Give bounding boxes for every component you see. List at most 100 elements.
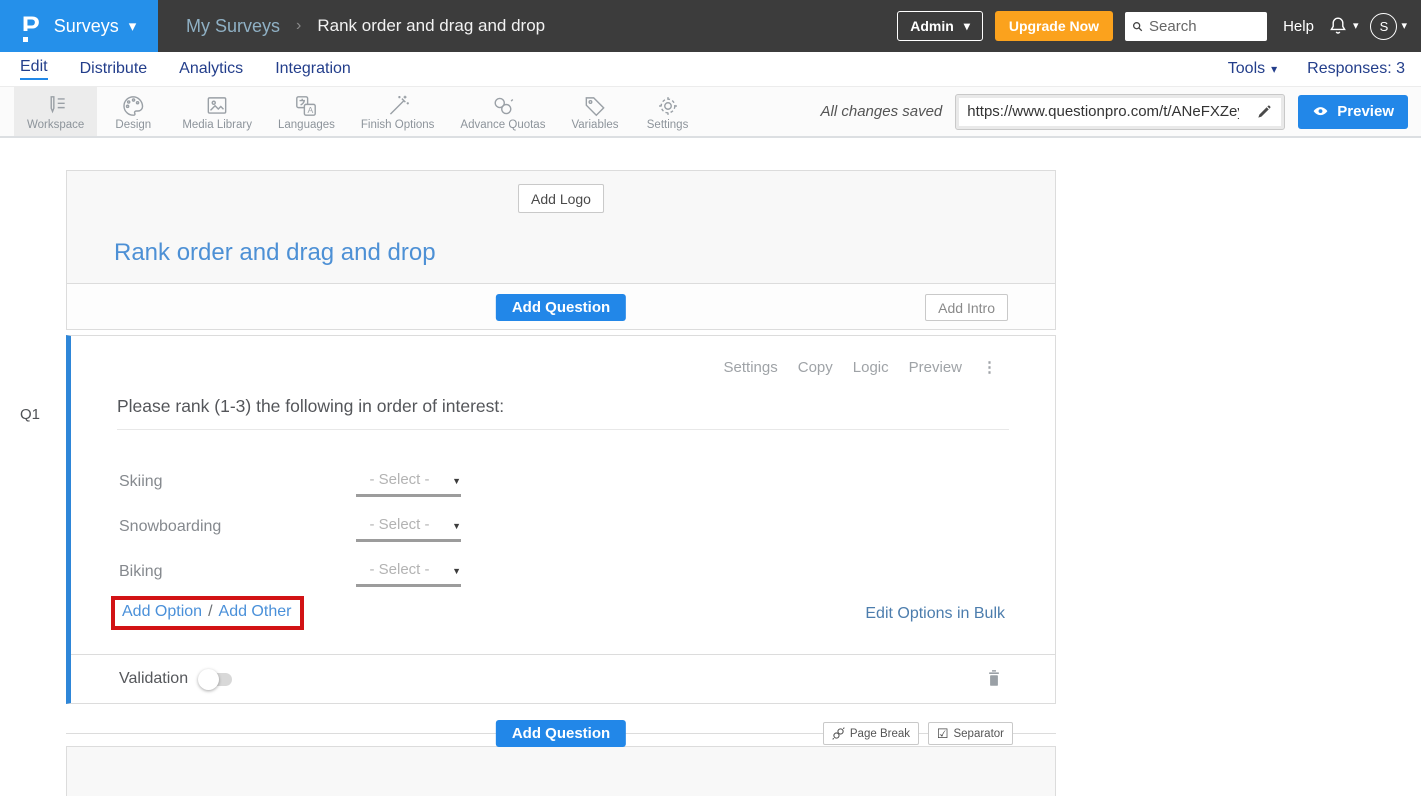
upgrade-now-button[interactable]: Upgrade Now bbox=[995, 11, 1113, 41]
toolbar-item-advance-quotas[interactable]: Advance Quotas bbox=[447, 87, 558, 136]
topbar-actions: Admin Upgrade Now Help S bbox=[897, 11, 1421, 41]
next-section-card bbox=[66, 746, 1056, 796]
checkbox-checked-icon bbox=[937, 727, 949, 740]
edit-url-button[interactable] bbox=[1247, 98, 1281, 126]
option-row: Snowboarding - Select - bbox=[119, 509, 461, 545]
questionpro-logo-icon: P bbox=[22, 10, 44, 42]
toolbar-item-variables[interactable]: Variables bbox=[558, 87, 631, 136]
chevron-down-icon bbox=[1353, 21, 1359, 32]
option-label-biking[interactable]: Biking bbox=[119, 563, 356, 581]
add-intro-button[interactable]: Add Intro bbox=[925, 294, 1008, 321]
chevron-down-icon bbox=[129, 19, 137, 34]
option-row: Biking - Select - bbox=[119, 554, 461, 590]
add-option-annotation-box: Add Option / Add Other bbox=[111, 596, 304, 630]
eye-icon bbox=[1312, 103, 1329, 120]
add-other-link[interactable]: Add Other bbox=[219, 603, 292, 621]
add-logo-button[interactable]: Add Logo bbox=[518, 184, 604, 213]
survey-header-card: Add Logo Rank order and drag and drop bbox=[66, 170, 1056, 284]
bell-icon bbox=[1326, 14, 1350, 38]
chevron-down-icon bbox=[964, 20, 970, 32]
tab-integration[interactable]: Integration bbox=[275, 60, 351, 78]
search-icon bbox=[1131, 19, 1144, 34]
trash-icon bbox=[985, 668, 1003, 688]
option-label-snowboarding[interactable]: Snowboarding bbox=[119, 518, 356, 536]
separator-button[interactable]: Separator bbox=[928, 722, 1013, 745]
survey-title[interactable]: Rank order and drag and drop bbox=[114, 239, 436, 267]
save-status: All changes saved bbox=[821, 103, 943, 120]
question-number-label: Q1 bbox=[20, 406, 40, 423]
survey-canvas: Add Logo Rank order and drag and drop Ad… bbox=[66, 170, 1056, 796]
validation-toggle[interactable] bbox=[200, 673, 232, 686]
question-logic-link[interactable]: Logic bbox=[853, 359, 889, 376]
chevron-down-icon bbox=[452, 476, 461, 486]
svg-text:A: A bbox=[308, 105, 314, 115]
delete-question-button[interactable] bbox=[985, 668, 1003, 691]
question-menu: Settings Copy Logic Preview bbox=[724, 358, 997, 376]
responses-count-link[interactable]: Responses: 3 bbox=[1307, 60, 1405, 78]
breadcrumb-current-survey: Rank order and drag and drop bbox=[317, 16, 545, 36]
palette-icon bbox=[120, 93, 146, 119]
survey-url-input[interactable] bbox=[959, 98, 1247, 126]
magic-wand-icon bbox=[385, 93, 411, 119]
survey-url-box bbox=[955, 94, 1285, 130]
question-card-q1: Settings Copy Logic Preview Please rank … bbox=[66, 335, 1056, 704]
notifications-menu[interactable] bbox=[1326, 14, 1359, 38]
preview-button[interactable]: Preview bbox=[1298, 95, 1408, 129]
add-question-row-top: Add Question Add Intro bbox=[66, 283, 1056, 330]
admin-dropdown[interactable]: Admin bbox=[897, 11, 983, 41]
validation-label: Validation bbox=[119, 670, 188, 688]
survey-nav: Edit Distribute Analytics Integration To… bbox=[0, 52, 1421, 87]
question-footer: Validation bbox=[71, 654, 1055, 703]
breadcrumb: My Surveys › Rank order and drag and dro… bbox=[186, 16, 545, 37]
toolbar-item-settings[interactable]: Settings bbox=[632, 87, 704, 136]
kebab-menu-icon[interactable] bbox=[982, 358, 997, 376]
product-switcher[interactable]: P Surveys bbox=[0, 0, 158, 52]
question-text-divider bbox=[117, 429, 1009, 430]
topbar: P Surveys My Surveys › Rank order and dr… bbox=[0, 0, 1421, 52]
question-preview-link[interactable]: Preview bbox=[909, 359, 962, 376]
tag-icon bbox=[582, 93, 608, 119]
editor-toolbar: Workspace Design Media Library A Languag… bbox=[0, 87, 1421, 138]
links-separator: / bbox=[208, 603, 212, 621]
help-link[interactable]: Help bbox=[1283, 18, 1314, 35]
question-text[interactable]: Please rank (1-3) the following in order… bbox=[117, 396, 504, 417]
page-break-button[interactable]: Page Break bbox=[823, 722, 919, 745]
edit-options-in-bulk-link[interactable]: Edit Options in Bulk bbox=[865, 605, 1005, 623]
chevron-down-icon bbox=[452, 566, 461, 576]
toolbar-item-design[interactable]: Design bbox=[97, 87, 169, 136]
add-option-link[interactable]: Add Option bbox=[122, 603, 202, 621]
avatar: S bbox=[1370, 13, 1397, 40]
add-question-button-bottom[interactable]: Add Question bbox=[496, 720, 626, 747]
tab-analytics[interactable]: Analytics bbox=[179, 60, 243, 78]
image-icon bbox=[204, 93, 230, 119]
option-row: Skiing - Select - bbox=[119, 464, 461, 500]
toolbar-item-media-library[interactable]: Media Library bbox=[169, 87, 265, 136]
tab-edit[interactable]: Edit bbox=[20, 58, 48, 80]
question-settings-link[interactable]: Settings bbox=[724, 359, 778, 376]
gear-icon bbox=[655, 93, 681, 119]
account-menu[interactable]: S bbox=[1370, 13, 1407, 40]
toolbar-item-workspace[interactable]: Workspace bbox=[14, 87, 97, 136]
toolbar-item-finish-options[interactable]: Finish Options bbox=[348, 87, 448, 136]
product-label: Surveys bbox=[54, 16, 119, 37]
tab-distribute[interactable]: Distribute bbox=[80, 60, 148, 78]
rank-select-skiing[interactable]: - Select - bbox=[356, 467, 461, 497]
option-label-skiing[interactable]: Skiing bbox=[119, 473, 356, 491]
chain-links-icon bbox=[490, 93, 516, 119]
rank-select-snowboarding[interactable]: - Select - bbox=[356, 512, 461, 542]
add-question-row-bottom: Add Question Page Break Separator bbox=[66, 704, 1056, 746]
breadcrumb-my-surveys[interactable]: My Surveys bbox=[186, 16, 280, 37]
add-question-button-top[interactable]: Add Question bbox=[496, 294, 626, 321]
global-search bbox=[1125, 12, 1267, 41]
pencil-icon bbox=[1256, 104, 1272, 120]
translate-icon: A bbox=[293, 93, 319, 119]
chevron-down-icon bbox=[452, 521, 461, 531]
toolbar-item-languages[interactable]: A Languages bbox=[265, 87, 348, 136]
workspace-icon bbox=[43, 93, 69, 119]
rank-select-biking[interactable]: - Select - bbox=[356, 557, 461, 587]
page-break-icon bbox=[832, 727, 845, 740]
breadcrumb-separator-icon: › bbox=[296, 17, 301, 35]
search-input[interactable] bbox=[1149, 18, 1261, 35]
question-copy-link[interactable]: Copy bbox=[798, 359, 833, 376]
tools-dropdown[interactable]: Tools bbox=[1228, 60, 1277, 78]
